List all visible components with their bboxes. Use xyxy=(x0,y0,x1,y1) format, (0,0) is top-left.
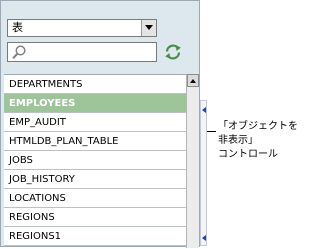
object-list: DEPARTMENTS EMPLOYEES EMP_AUDIT HTMLDB_PLAN… xyxy=(4,74,186,249)
callout-line-1: 「オブジェクトを xyxy=(218,121,298,132)
search-icon xyxy=(12,45,26,59)
callout-leader-line xyxy=(207,131,216,132)
callout-annotation: 「オブジェクトを 非表示」 コントロール xyxy=(218,120,298,162)
collapse-left-icon xyxy=(202,235,206,241)
dropdown-arrow-button[interactable] xyxy=(141,20,156,36)
chevron-down-icon xyxy=(145,25,153,30)
callout-line-2: 非表示」 xyxy=(218,135,258,146)
table-row[interactable]: DEPARTMENTS xyxy=(4,75,186,94)
hide-objects-splitter[interactable] xyxy=(200,100,207,246)
refresh-icon[interactable] xyxy=(164,43,182,61)
table-row[interactable]: REGIONS xyxy=(4,208,186,227)
object-type-select-value: 表 xyxy=(12,21,23,34)
vertical-scrollbar[interactable] xyxy=(186,74,199,248)
table-row[interactable]: EMP_AUDIT xyxy=(4,113,186,132)
table-row[interactable]: JOB_HISTORY xyxy=(4,170,186,189)
object-browser-panel: 表 DEPARTMENTS EMPLOYEES EMP_AUDIT HTMLDB_PL… xyxy=(0,0,200,249)
scroll-up-button[interactable] xyxy=(187,74,199,87)
callout-line-3: コントロール xyxy=(218,149,278,160)
table-row[interactable]: HTMLDB_PLAN_TABLE xyxy=(4,132,186,151)
search-input[interactable] xyxy=(28,44,152,60)
arrow-up-icon xyxy=(190,79,196,83)
table-row[interactable]: REGIONS1 xyxy=(4,227,186,246)
collapse-left-icon xyxy=(202,107,206,113)
table-row[interactable]: JOBS xyxy=(4,151,186,170)
table-row[interactable]: EMPLOYEES xyxy=(4,94,186,113)
object-type-select[interactable]: 表 xyxy=(7,19,157,37)
search-field[interactable] xyxy=(7,42,157,62)
table-row[interactable]: LOCATIONS xyxy=(4,189,186,208)
